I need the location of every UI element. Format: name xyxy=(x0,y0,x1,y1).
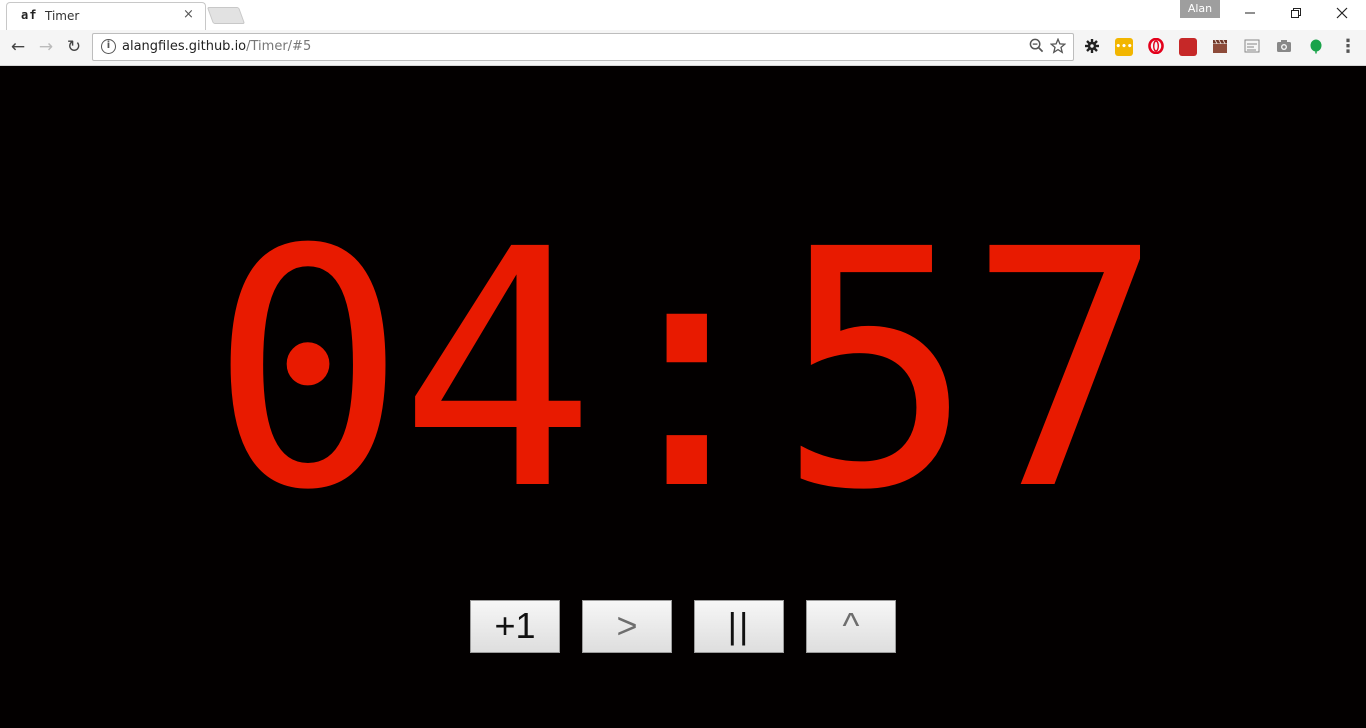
minimize-icon xyxy=(1245,12,1255,14)
restore-button[interactable] xyxy=(1273,0,1319,28)
green-leaf-extension-icon[interactable] xyxy=(1307,38,1325,56)
gear-extension-icon[interactable] xyxy=(1083,38,1101,56)
forward-button[interactable]: → xyxy=(34,35,58,59)
timer-page: 04:57 +1 > || ^ xyxy=(0,67,1366,728)
clipper-icon xyxy=(1244,39,1260,53)
opera-icon xyxy=(1148,37,1164,55)
timer-controls: +1 > || ^ xyxy=(470,600,900,654)
reload-button[interactable]: ↻ xyxy=(62,35,86,59)
tab-timer[interactable]: af Timer × xyxy=(6,2,206,30)
back-button[interactable]: ← xyxy=(6,35,30,59)
start-button[interactable]: > xyxy=(582,600,672,653)
info-icon[interactable]: i xyxy=(101,39,116,54)
opera-extension-icon[interactable] xyxy=(1147,37,1165,56)
tab-title: Timer xyxy=(45,9,80,23)
tab-close-icon[interactable]: × xyxy=(183,7,194,22)
browser-toolbar: ← → ↻ i alangfiles.github.io/Timer/#5 ••… xyxy=(0,30,1366,66)
star-glyph xyxy=(1049,37,1067,54)
address-url[interactable]: alangfiles.github.io/Timer/#5 xyxy=(122,39,311,54)
clapperboard-icon xyxy=(1213,39,1227,53)
clapper-extension-icon[interactable] xyxy=(1211,38,1229,56)
gear-icon xyxy=(1085,39,1099,53)
bookmark-star-icon[interactable] xyxy=(1049,37,1067,56)
url-host: alangfiles.github.io xyxy=(122,39,247,54)
up-button[interactable]: ^ xyxy=(806,600,896,653)
pause-button[interactable]: || xyxy=(694,600,784,653)
url-path: /Timer/#5 xyxy=(246,39,312,54)
camera-extension-icon[interactable] xyxy=(1275,38,1293,56)
profile-badge[interactable]: Alan xyxy=(1180,0,1220,18)
magnifier-minus-glyph xyxy=(1029,38,1043,53)
minimize-button[interactable] xyxy=(1227,0,1273,28)
timer-display: 04:57 xyxy=(209,181,1164,562)
zoom-out-icon[interactable] xyxy=(1027,38,1045,56)
yellow-extension-icon[interactable]: ••• xyxy=(1115,38,1133,56)
menu-kebab-icon[interactable]: ⋮ xyxy=(1339,38,1357,56)
tab-strip: af Timer × Alan xyxy=(0,0,1366,30)
camera-icon xyxy=(1277,40,1291,52)
new-tab-button[interactable] xyxy=(206,7,246,24)
restore-icon xyxy=(1291,8,1301,18)
address-bar[interactable]: i alangfiles.github.io/Timer/#5 xyxy=(92,33,1074,61)
web-clipper-extension-icon[interactable] xyxy=(1243,38,1261,56)
red-book-extension-icon[interactable] xyxy=(1179,38,1197,56)
close-icon xyxy=(1336,7,1348,19)
add-minute-button[interactable]: +1 xyxy=(470,600,560,653)
close-window-button[interactable] xyxy=(1319,0,1365,28)
tab-favicon: af xyxy=(21,8,38,22)
leaf-icon xyxy=(1310,39,1322,54)
